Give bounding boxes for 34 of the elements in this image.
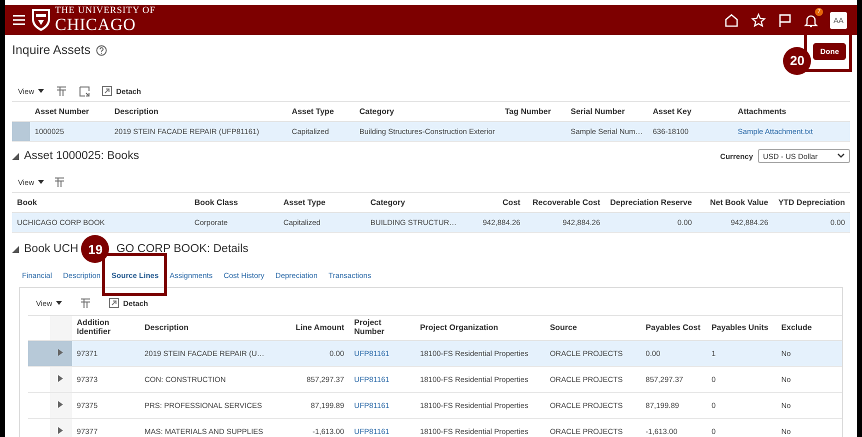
expand-icon[interactable] (58, 375, 64, 382)
freeze-icon[interactable] (54, 176, 66, 188)
expand-icon[interactable] (58, 401, 64, 408)
column-header: Description (109, 102, 287, 122)
step-callout: 20 (783, 46, 812, 74)
chevron-down-icon (837, 153, 845, 159)
dropdown-icon (38, 180, 44, 184)
logo-text: CHICAGO (55, 16, 137, 34)
detach-icon (102, 86, 112, 96)
export-icon[interactable] (79, 86, 90, 96)
star-icon[interactable] (751, 12, 766, 28)
section-title: Book UCH (24, 243, 78, 255)
highlight-box (102, 253, 167, 296)
column-header: Book (12, 192, 190, 212)
freeze-icon[interactable] (80, 298, 92, 308)
freeze-icon[interactable] (56, 86, 68, 96)
section-title: Asset 1000025: Books (24, 150, 140, 162)
bell-icon[interactable] (804, 12, 818, 28)
dropdown-icon (56, 301, 62, 305)
dropdown-icon (38, 89, 44, 93)
crest-icon (31, 8, 51, 32)
expand-icon[interactable] (58, 349, 64, 356)
page-title: Inquire Assets (12, 43, 91, 57)
section-title: GO CORP BOOK: Details (116, 243, 248, 255)
logo-text: THE UNIVERSITY OF (55, 6, 156, 16)
collapse-icon[interactable] (12, 152, 19, 160)
help-icon[interactable] (96, 44, 107, 56)
home-icon[interactable] (724, 12, 739, 28)
flag-icon[interactable] (778, 12, 792, 28)
collapse-icon[interactable] (12, 246, 19, 252)
expand-icon[interactable] (58, 427, 64, 434)
step-callout: 19 (81, 235, 110, 263)
menu-icon[interactable] (13, 15, 25, 25)
detach-icon (109, 298, 120, 308)
